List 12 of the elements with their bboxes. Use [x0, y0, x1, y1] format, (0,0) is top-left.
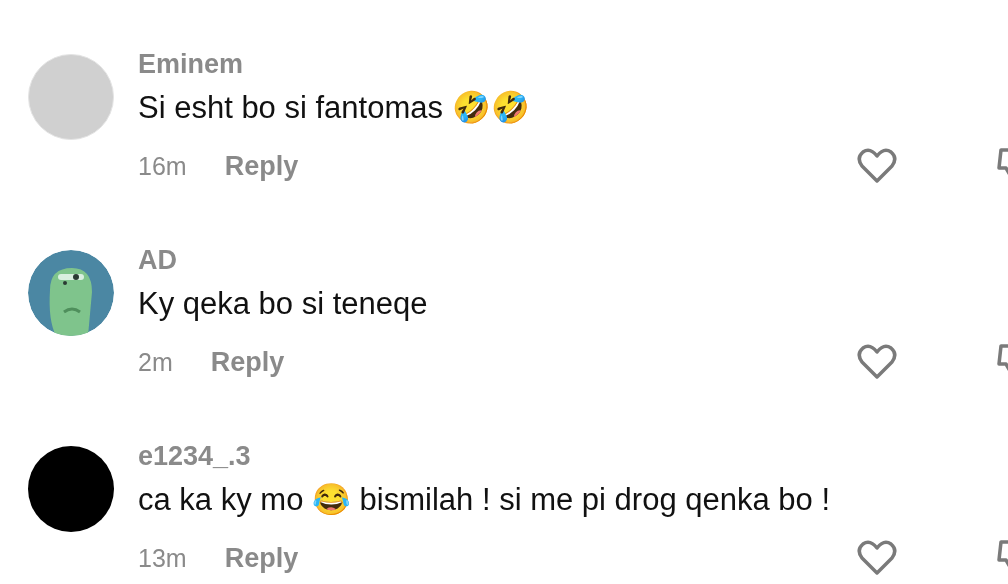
username[interactable]: e1234_.3 [138, 440, 1008, 472]
comment-time: 16m [138, 151, 187, 181]
username[interactable]: AD [138, 244, 1008, 276]
reply-button[interactable]: Reply [224, 542, 299, 574]
comment-text: Si esht bo si fantomas 🤣🤣 [138, 89, 531, 127]
comment-text: ca ka ky mo 😂 bismilah ! si me pi drog qenka bo ! [138, 481, 831, 519]
username[interactable]: Eminem [138, 48, 1008, 80]
comment-time: 2m [138, 347, 173, 377]
comment-time: 13m [138, 543, 187, 573]
reply-button[interactable]: Reply [224, 150, 299, 182]
reply-button[interactable]: Reply [210, 346, 285, 378]
comment-text: Ky qeka bo si teneqe [138, 285, 429, 323]
